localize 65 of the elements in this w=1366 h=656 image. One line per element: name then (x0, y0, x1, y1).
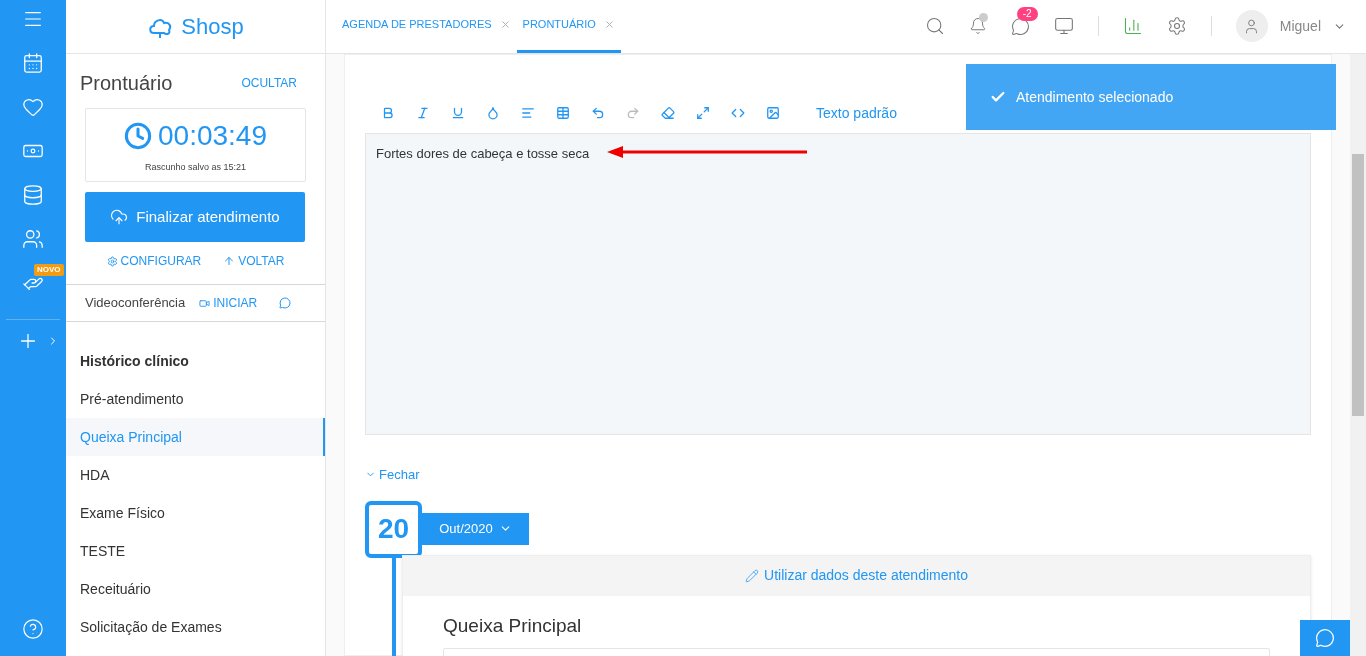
bell-icon (968, 17, 987, 35)
editor-link[interactable]: Texto padrão (816, 102, 897, 124)
menu-item[interactable]: Pré-atendimento (66, 380, 325, 418)
underline-icon[interactable] (451, 106, 465, 120)
table-icon[interactable] (556, 106, 570, 120)
chart-icon (1122, 16, 1143, 36)
draft-saved-text: Rascunho salvo as 15:21 (144, 161, 247, 175)
finish-button[interactable]: Finalizar atendimento (85, 192, 305, 242)
search-icon (924, 16, 945, 36)
message-count-badge: -2 (1016, 6, 1038, 21)
people-icon[interactable] (22, 228, 44, 250)
close-icon (603, 19, 615, 30)
settings-icon (1166, 16, 1187, 36)
close-icon (499, 19, 511, 30)
month-dropdown[interactable]: Out/2020 (422, 512, 529, 545)
text-editor[interactable]: Fortes dores de cabeça e tosse seca (365, 133, 1311, 435)
menu-item[interactable]: Solicitação de Exames (66, 608, 325, 646)
undo-icon[interactable] (591, 106, 605, 120)
start-video-link[interactable]: INICIAR (199, 294, 258, 312)
menu-item[interactable]: Receituário (66, 570, 325, 608)
monitor-icon (1053, 16, 1074, 36)
avatar[interactable] (1235, 10, 1268, 42)
menu-item[interactable]: Exame Físico (66, 494, 325, 532)
back-link[interactable]: VOLTAR (223, 252, 285, 270)
menu-item[interactable]: TESTE (66, 532, 325, 570)
menu-item[interactable]: Queixa Principal (66, 418, 325, 456)
new-badge: NOVO (34, 264, 64, 276)
arrow-up-icon (223, 255, 236, 267)
user-name[interactable]: Miguel (1279, 15, 1321, 37)
camera-icon (199, 297, 211, 309)
help-icon[interactable] (22, 618, 44, 640)
day-badge: 20 (365, 500, 422, 558)
video-label: Videoconferência (85, 294, 186, 313)
calendar-icon[interactable] (22, 52, 44, 74)
menu-item[interactable]: HDA (66, 456, 325, 494)
toast-message: Atendimento selecionado (1016, 87, 1174, 107)
align-icon[interactable] (521, 106, 535, 120)
bold-icon[interactable] (381, 106, 395, 120)
heart-icon[interactable] (22, 96, 44, 118)
chat-button[interactable] (1300, 620, 1350, 656)
code-icon[interactable] (731, 106, 745, 120)
use-data-link[interactable]: Utilizar dados deste atendimento (745, 565, 968, 586)
eraser-icon[interactable] (661, 106, 675, 120)
cloud-upload-icon (110, 208, 129, 226)
panel-title: Prontuário (80, 71, 173, 96)
tab[interactable]: AGENDA DE PRESTADORES (336, 0, 517, 53)
clock-icon (124, 122, 152, 151)
redo-icon[interactable] (626, 106, 640, 120)
brand-name: Shosp (181, 13, 244, 41)
section-title: Queixa Principal (443, 614, 582, 636)
image-icon[interactable] (766, 106, 780, 120)
close-link[interactable]: Fechar (365, 465, 420, 485)
fullscreen-icon[interactable] (696, 106, 710, 120)
chat-bubble-icon (1315, 628, 1335, 648)
menu-heading[interactable]: Histórico clínico (66, 342, 325, 380)
timer: 00:03:49 (158, 119, 267, 154)
drop-icon[interactable] (486, 106, 500, 120)
hide-link[interactable]: OCULTAR (241, 74, 297, 92)
chat-icon (279, 297, 292, 309)
gear-icon (106, 255, 118, 267)
italic-icon[interactable] (416, 106, 430, 120)
messages-icon (1010, 16, 1030, 36)
pencil-icon (745, 568, 760, 583)
configure-link[interactable]: CONFIGURAR (106, 252, 202, 270)
database-icon[interactable] (22, 184, 44, 206)
